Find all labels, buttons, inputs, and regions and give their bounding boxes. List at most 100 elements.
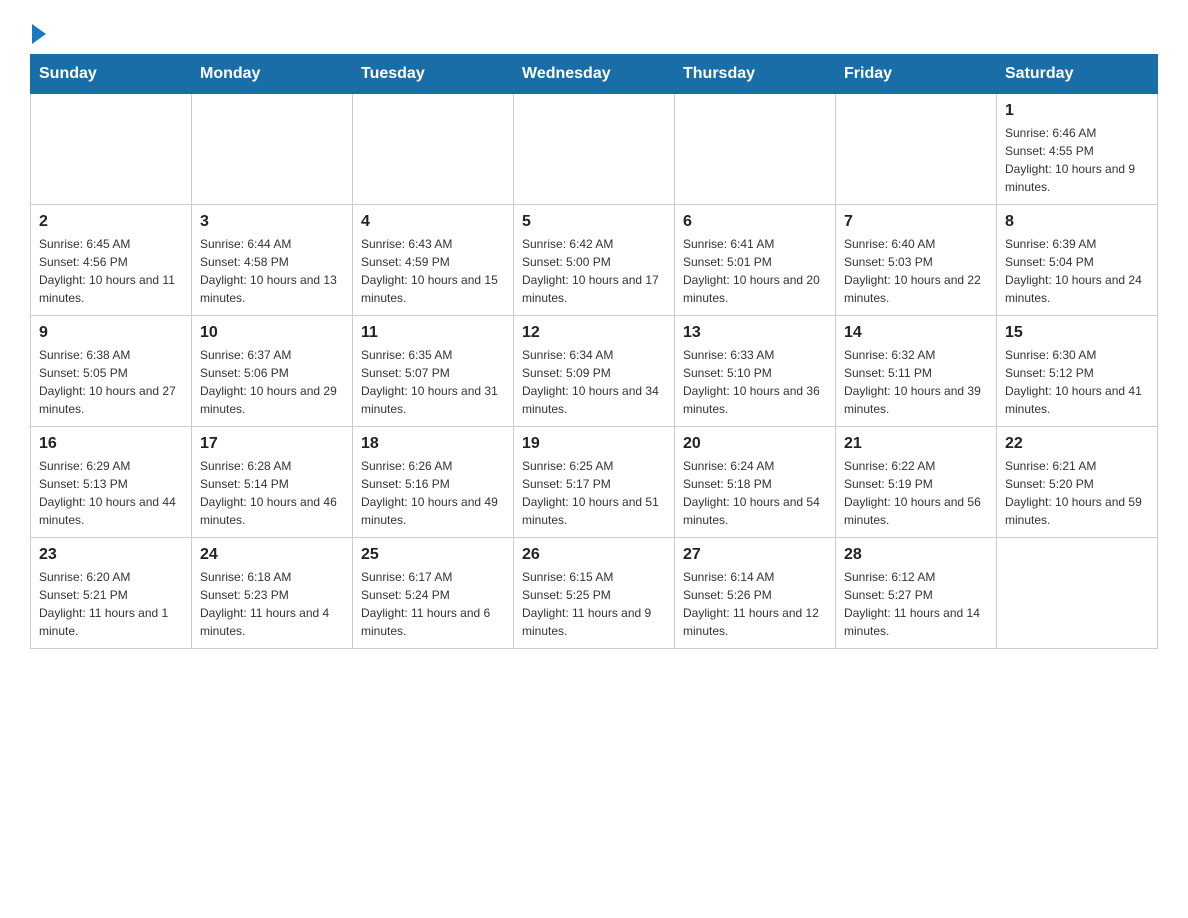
calendar-cell: 19 Sunrise: 6:25 AMSunset: 5:17 PMDayligh… — [514, 427, 675, 538]
day-info: Sunrise: 6:34 AMSunset: 5:09 PMDaylight:… — [522, 346, 666, 418]
calendar-table: SundayMondayTuesdayWednesdayThursdayFrid… — [30, 54, 1158, 649]
day-number: 20 — [683, 435, 827, 453]
weekday-header-saturday: Saturday — [997, 55, 1158, 94]
day-number: 15 — [1005, 324, 1149, 342]
weekday-header-monday: Monday — [192, 55, 353, 94]
day-info: Sunrise: 6:20 AMSunset: 5:21 PMDaylight:… — [39, 568, 183, 640]
day-number: 4 — [361, 213, 505, 231]
weekday-header-thursday: Thursday — [675, 55, 836, 94]
calendar-cell: 2 Sunrise: 6:45 AMSunset: 4:56 PMDaylight… — [31, 205, 192, 316]
calendar-cell — [675, 94, 836, 205]
day-number: 6 — [683, 213, 827, 231]
day-info: Sunrise: 6:30 AMSunset: 5:12 PMDaylight:… — [1005, 346, 1149, 418]
day-info: Sunrise: 6:22 AMSunset: 5:19 PMDaylight:… — [844, 457, 988, 529]
day-number: 24 — [200, 546, 344, 564]
weekday-header-row: SundayMondayTuesdayWednesdayThursdayFrid… — [31, 55, 1158, 94]
day-info: Sunrise: 6:39 AMSunset: 5:04 PMDaylight:… — [1005, 235, 1149, 307]
day-info: Sunrise: 6:21 AMSunset: 5:20 PMDaylight:… — [1005, 457, 1149, 529]
day-number: 2 — [39, 213, 183, 231]
calendar-cell: 5 Sunrise: 6:42 AMSunset: 5:00 PMDaylight… — [514, 205, 675, 316]
day-number: 23 — [39, 546, 183, 564]
calendar-cell: 10 Sunrise: 6:37 AMSunset: 5:06 PMDayligh… — [192, 316, 353, 427]
day-number: 27 — [683, 546, 827, 564]
day-number: 5 — [522, 213, 666, 231]
day-number: 14 — [844, 324, 988, 342]
calendar-week-row: 9 Sunrise: 6:38 AMSunset: 5:05 PMDaylight… — [31, 316, 1158, 427]
day-number: 21 — [844, 435, 988, 453]
day-info: Sunrise: 6:15 AMSunset: 5:25 PMDaylight:… — [522, 568, 666, 640]
calendar-cell: 27 Sunrise: 6:14 AMSunset: 5:26 PMDayligh… — [675, 538, 836, 649]
calendar-cell: 9 Sunrise: 6:38 AMSunset: 5:05 PMDaylight… — [31, 316, 192, 427]
day-number: 8 — [1005, 213, 1149, 231]
day-info: Sunrise: 6:12 AMSunset: 5:27 PMDaylight:… — [844, 568, 988, 640]
day-info: Sunrise: 6:37 AMSunset: 5:06 PMDaylight:… — [200, 346, 344, 418]
day-number: 7 — [844, 213, 988, 231]
day-number: 3 — [200, 213, 344, 231]
weekday-header-friday: Friday — [836, 55, 997, 94]
calendar-cell: 14 Sunrise: 6:32 AMSunset: 5:11 PMDayligh… — [836, 316, 997, 427]
day-info: Sunrise: 6:17 AMSunset: 5:24 PMDaylight:… — [361, 568, 505, 640]
day-info: Sunrise: 6:35 AMSunset: 5:07 PMDaylight:… — [361, 346, 505, 418]
day-info: Sunrise: 6:18 AMSunset: 5:23 PMDaylight:… — [200, 568, 344, 640]
day-info: Sunrise: 6:41 AMSunset: 5:01 PMDaylight:… — [683, 235, 827, 307]
day-number: 22 — [1005, 435, 1149, 453]
calendar-cell: 6 Sunrise: 6:41 AMSunset: 5:01 PMDaylight… — [675, 205, 836, 316]
calendar-cell: 1 Sunrise: 6:46 AMSunset: 4:55 PMDaylight… — [997, 94, 1158, 205]
calendar-cell: 18 Sunrise: 6:26 AMSunset: 5:16 PMDayligh… — [353, 427, 514, 538]
calendar-cell: 3Sunrise: 6:44 AMSunset: 4:58 PMDaylight… — [192, 205, 353, 316]
day-info: Sunrise: 6:42 AMSunset: 5:00 PMDaylight:… — [522, 235, 666, 307]
day-info: Sunrise: 6:45 AMSunset: 4:56 PMDaylight:… — [39, 235, 183, 307]
day-number: 1 — [1005, 102, 1149, 120]
day-number: 25 — [361, 546, 505, 564]
calendar-cell — [836, 94, 997, 205]
day-number: 9 — [39, 324, 183, 342]
day-info: Sunrise: 6:46 AMSunset: 4:55 PMDaylight:… — [1005, 124, 1149, 196]
day-info: Sunrise: 6:40 AMSunset: 5:03 PMDaylight:… — [844, 235, 988, 307]
day-info: Sunrise: 6:38 AMSunset: 5:05 PMDaylight:… — [39, 346, 183, 418]
calendar-cell: 16 Sunrise: 6:29 AMSunset: 5:13 PMDayligh… — [31, 427, 192, 538]
day-number: 16 — [39, 435, 183, 453]
calendar-week-row: 2 Sunrise: 6:45 AMSunset: 4:56 PMDaylight… — [31, 205, 1158, 316]
calendar-cell: 17 Sunrise: 6:28 AMSunset: 5:14 PMDayligh… — [192, 427, 353, 538]
calendar-week-row: 16 Sunrise: 6:29 AMSunset: 5:13 PMDayligh… — [31, 427, 1158, 538]
calendar-cell — [514, 94, 675, 205]
day-number: 28 — [844, 546, 988, 564]
calendar-cell: 7 Sunrise: 6:40 AMSunset: 5:03 PMDaylight… — [836, 205, 997, 316]
weekday-header-tuesday: Tuesday — [353, 55, 514, 94]
day-info: Sunrise: 6:43 AMSunset: 4:59 PMDaylight:… — [361, 235, 505, 307]
calendar-cell: 26 Sunrise: 6:15 AMSunset: 5:25 PMDayligh… — [514, 538, 675, 649]
day-number: 11 — [361, 324, 505, 342]
day-info: Sunrise: 6:24 AMSunset: 5:18 PMDaylight:… — [683, 457, 827, 529]
day-info: Sunrise: 6:14 AMSunset: 5:26 PMDaylight:… — [683, 568, 827, 640]
day-info: Sunrise: 6:32 AMSunset: 5:11 PMDaylight:… — [844, 346, 988, 418]
calendar-cell — [353, 94, 514, 205]
calendar-cell: 8 Sunrise: 6:39 AMSunset: 5:04 PMDaylight… — [997, 205, 1158, 316]
calendar-week-row: 23 Sunrise: 6:20 AMSunset: 5:21 PMDayligh… — [31, 538, 1158, 649]
day-info: Sunrise: 6:33 AMSunset: 5:10 PMDaylight:… — [683, 346, 827, 418]
weekday-header-wednesday: Wednesday — [514, 55, 675, 94]
calendar-week-row: 1 Sunrise: 6:46 AMSunset: 4:55 PMDaylight… — [31, 94, 1158, 205]
calendar-cell — [192, 94, 353, 205]
calendar-cell: 22 Sunrise: 6:21 AMSunset: 5:20 PMDayligh… — [997, 427, 1158, 538]
day-info: Sunrise: 6:26 AMSunset: 5:16 PMDaylight:… — [361, 457, 505, 529]
day-number: 10 — [200, 324, 344, 342]
day-number: 17 — [200, 435, 344, 453]
calendar-cell: 4 Sunrise: 6:43 AMSunset: 4:59 PMDaylight… — [353, 205, 514, 316]
day-number: 12 — [522, 324, 666, 342]
day-number: 26 — [522, 546, 666, 564]
day-info: Sunrise: 6:25 AMSunset: 5:17 PMDaylight:… — [522, 457, 666, 529]
day-number: 13 — [683, 324, 827, 342]
logo — [30, 20, 46, 44]
day-info: Sunrise: 6:29 AMSunset: 5:13 PMDaylight:… — [39, 457, 183, 529]
calendar-cell: 15 Sunrise: 6:30 AMSunset: 5:12 PMDayligh… — [997, 316, 1158, 427]
calendar-cell: 21 Sunrise: 6:22 AMSunset: 5:19 PMDayligh… — [836, 427, 997, 538]
calendar-cell: 12 Sunrise: 6:34 AMSunset: 5:09 PMDayligh… — [514, 316, 675, 427]
logo-arrow-icon — [32, 24, 46, 44]
calendar-cell: 28 Sunrise: 6:12 AMSunset: 5:27 PMDayligh… — [836, 538, 997, 649]
day-info: Sunrise: 6:28 AMSunset: 5:14 PMDaylight:… — [200, 457, 344, 529]
weekday-header-sunday: Sunday — [31, 55, 192, 94]
calendar-cell: 20 Sunrise: 6:24 AMSunset: 5:18 PMDayligh… — [675, 427, 836, 538]
day-number: 18 — [361, 435, 505, 453]
page-header — [30, 20, 1158, 44]
day-number: 19 — [522, 435, 666, 453]
